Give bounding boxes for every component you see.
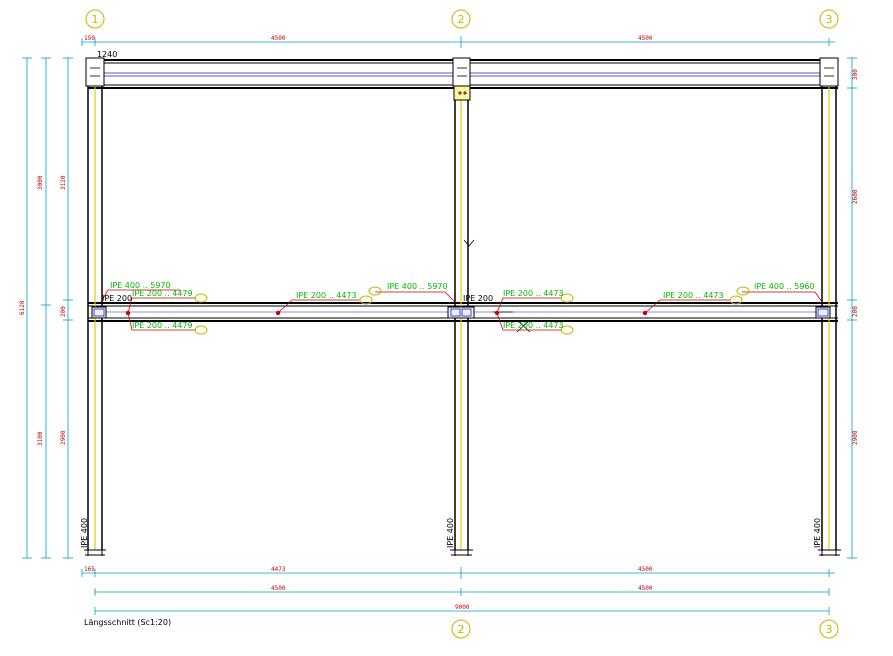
dim-right-200: 200 [852,306,859,317]
dim-right-2900: 2900 [852,430,859,445]
column-label-middle: IPE 400 [446,518,455,548]
beam-label-ipe200-left-top: IPE 200 .. 4479 [132,289,193,298]
beam-label-ipe400-middle: IPE 400 .. 5970 [387,282,448,291]
column-label-left: IPE 400 [80,518,89,548]
column-label-right: IPE 400 [813,518,822,548]
beam-label-ipe400-right: IPE 400 .. 5960 [754,282,815,291]
beam-label-ipe200-mid-right: IPE 200 .. 4473 [663,291,724,300]
column-middle [454,60,469,550]
beam-label-ipe200-right-top: IPE 200 .. 4473 [503,289,564,298]
dim-left-6120: 6120 [19,300,26,315]
leader-dots [125,310,648,316]
column-left [87,60,103,550]
dim-right-300: 300 [852,69,859,80]
drawing-caption: Längsschnitt (Sc1:20) [84,618,171,627]
dim-top-4500-a: 4500 [271,35,286,42]
column-bases [84,549,841,556]
dim-bottom-4500-a: 4500 [638,566,653,573]
joint-label-middle: IPE 200 [463,294,493,303]
grid-axis-1: 1 [92,13,99,26]
dim-top-150: 150 [84,35,95,42]
dim-bottom2-4500-b: 4500 [638,585,653,592]
dim-left-3000: 3000 [37,175,44,190]
dim-right-2600: 2600 [852,189,859,204]
beam-label-ipe200-left-bottom: IPE 200 .. 4479 [132,321,193,330]
dim-left-3120: 3120 [60,175,67,190]
dim-bottom-total: 9000 [455,604,470,611]
beam-label-ipe200-right-bottom: IPE 200 .. 4473 [503,321,564,330]
joints-middle [91,306,831,319]
grid-axis-3-bottom: 3 [826,623,833,636]
joints-top [85,57,839,101]
dim-left-3100: 3100 [37,431,44,446]
grid-axis-2-bottom: 2 [458,623,465,636]
dim-top-4500-b: 4500 [638,35,653,42]
grid-axis-2: 2 [458,13,465,26]
dim-bottom-165: 165 [84,566,95,573]
joint-label-left: IPE 200 [102,294,132,303]
dim-bottom-4473: 4473 [271,566,286,573]
grid-axis-markers-bottom [451,619,839,639]
dim-bottom2-4500-a: 4500 [271,585,286,592]
grid-axis-3: 3 [826,13,833,26]
column-right [821,60,837,550]
dim-left-2900: 2900 [60,430,67,445]
beam-label-ipe200-mid-left: IPE 200 .. 4473 [296,291,357,300]
dim-left-200: 200 [60,306,67,317]
longitudinal-section-drawing: 1 2 3 2 3 150 4500 4500 3000 6120 3100 3… [19,9,859,639]
